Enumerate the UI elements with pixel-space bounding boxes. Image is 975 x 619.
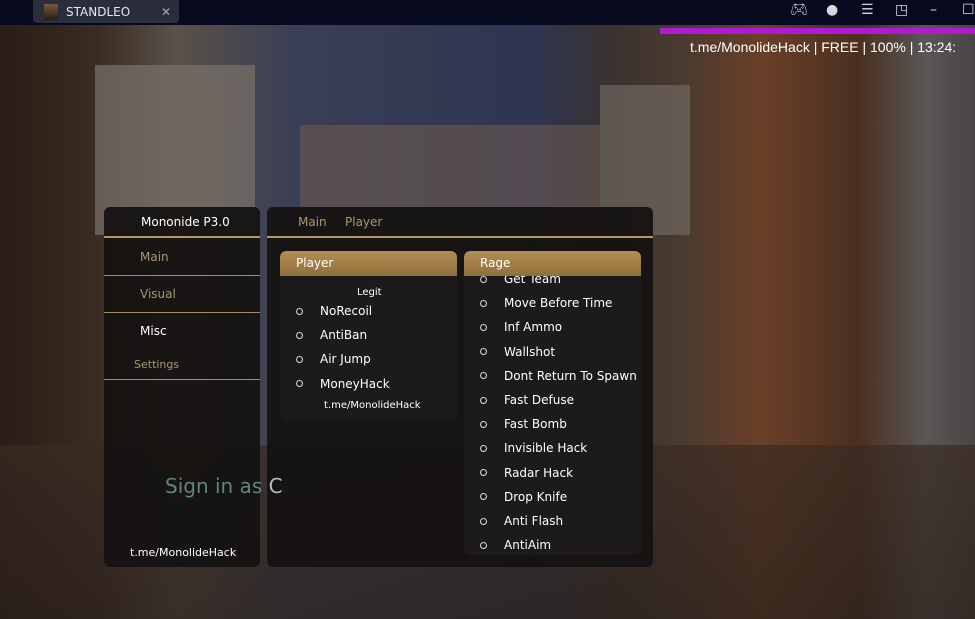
option-label: Fast Bomb [504, 417, 567, 432]
app-tab[interactable]: STANDLEO ✕ [33, 0, 179, 23]
close-tab-icon[interactable]: ✕ [161, 5, 171, 19]
radio-icon[interactable] [296, 380, 303, 388]
radio-icon[interactable] [296, 355, 303, 363]
sidebar-item-settings[interactable]: Settings [134, 358, 179, 371]
watermark-bar [660, 28, 975, 34]
radio-icon[interactable] [480, 372, 487, 380]
radio-icon[interactable] [480, 396, 487, 404]
toggle-option[interactable]: Radar Hack [464, 466, 573, 480]
radio-icon[interactable] [296, 331, 303, 339]
option-label: Anti Flash [504, 514, 564, 528]
gamepad-icon[interactable]: 🎮︎ [790, 2, 808, 18]
toggle-option[interactable]: Dont Return To Spawn [464, 369, 637, 383]
option-label: Invisible Hack [504, 441, 588, 456]
sidebar-item-main[interactable]: Main [140, 250, 169, 264]
radio-icon[interactable] [480, 299, 487, 307]
radio-icon[interactable] [480, 517, 487, 525]
radio-icon[interactable] [480, 444, 487, 452]
option-label: Drop Knife [504, 489, 568, 504]
toggle-option[interactable]: Air Jump [280, 352, 371, 366]
watermark-text: t.me/MonolideHack | FREE | 100% | 13:24: [690, 39, 957, 55]
radio-icon[interactable] [480, 469, 487, 477]
option-label: Move Before Time [504, 296, 613, 311]
radio-icon[interactable] [296, 307, 303, 315]
menu-title: Mononide P3.0 [141, 215, 230, 229]
radio-icon[interactable] [480, 541, 487, 549]
toggle-option[interactable]: Fast Bomb [464, 417, 567, 431]
toggle-option[interactable]: Anti Flash [464, 514, 563, 528]
option-label: Radar Hack [504, 465, 574, 480]
toggle-option[interactable]: NoRecoil [280, 304, 372, 318]
toggle-option[interactable]: MoneyHack [280, 377, 390, 391]
radio-icon[interactable] [480, 275, 487, 283]
rage-card: Get Team Move Before Time Inf Ammo Wallshot… [464, 251, 641, 555]
radio-icon[interactable] [480, 323, 487, 331]
title-bar: STANDLEO ✕ 🎮︎ ● ☰ ◳ – ☐ [0, 0, 975, 25]
option-label: NoRecoil [320, 304, 373, 318]
radio-icon[interactable] [480, 348, 487, 356]
main-panel: Main Player Player Legit NoRecoil AntiBan… [267, 207, 653, 567]
option-label: AntiBan [320, 328, 368, 343]
toggle-option[interactable]: Fast Defuse [464, 393, 574, 407]
toggle-option[interactable]: AntiAim [464, 538, 551, 552]
menu-icon[interactable]: ☰ [861, 2, 874, 18]
toggle-option[interactable]: Drop Knife [464, 490, 567, 504]
legit-section-label: Legit [357, 287, 382, 298]
sidebar-item-misc[interactable]: Misc [140, 324, 167, 338]
sidebar-footer: t.me/MonolideHack [130, 546, 237, 559]
radio-icon[interactable] [480, 420, 487, 428]
tab-player[interactable]: Player [345, 215, 382, 229]
pin-icon[interactable]: ◳ [895, 2, 908, 18]
maximize-icon[interactable]: ☐ [962, 2, 975, 18]
option-label: Wallshot [504, 344, 556, 359]
toggle-option[interactable]: Invisible Hack [464, 441, 587, 455]
toggle-option[interactable]: Move Before Time [464, 296, 612, 310]
toggle-option[interactable]: Wallshot [464, 345, 555, 359]
option-label: AntiAim [504, 538, 552, 553]
option-label: Dont Return To Spawn [504, 368, 637, 383]
player-card-footer: t.me/MonolideHack [324, 400, 421, 411]
sidebar-panel: Mononide P3.0 Main Visual Misc Settings … [104, 207, 260, 567]
account-icon[interactable]: ● [826, 2, 838, 18]
sign-in-text: Sign in as C [165, 474, 283, 498]
app-icon [44, 3, 58, 20]
option-label: Air Jump [320, 352, 371, 367]
sign-in-prefix: Sign in as [165, 474, 263, 498]
toggle-option[interactable]: AntiBan [280, 328, 367, 342]
sign-in-suffix: C [268, 474, 283, 498]
option-label: MoneyHack [320, 376, 390, 391]
tab-main[interactable]: Main [298, 215, 327, 229]
player-card: Player Legit NoRecoil AntiBan Air Jump Mone… [280, 251, 457, 421]
option-label: Inf Ammo [504, 320, 563, 335]
radio-icon[interactable] [480, 493, 487, 501]
toggle-option[interactable]: Inf Ammo [464, 320, 562, 334]
tab-title: STANDLEO [66, 4, 131, 19]
sidebar-item-visual[interactable]: Visual [140, 287, 176, 301]
rage-card-title: Rage [464, 251, 641, 276]
player-card-title: Player [280, 251, 457, 276]
minimize-icon[interactable]: – [930, 2, 937, 18]
option-label: Fast Defuse [504, 393, 575, 407]
